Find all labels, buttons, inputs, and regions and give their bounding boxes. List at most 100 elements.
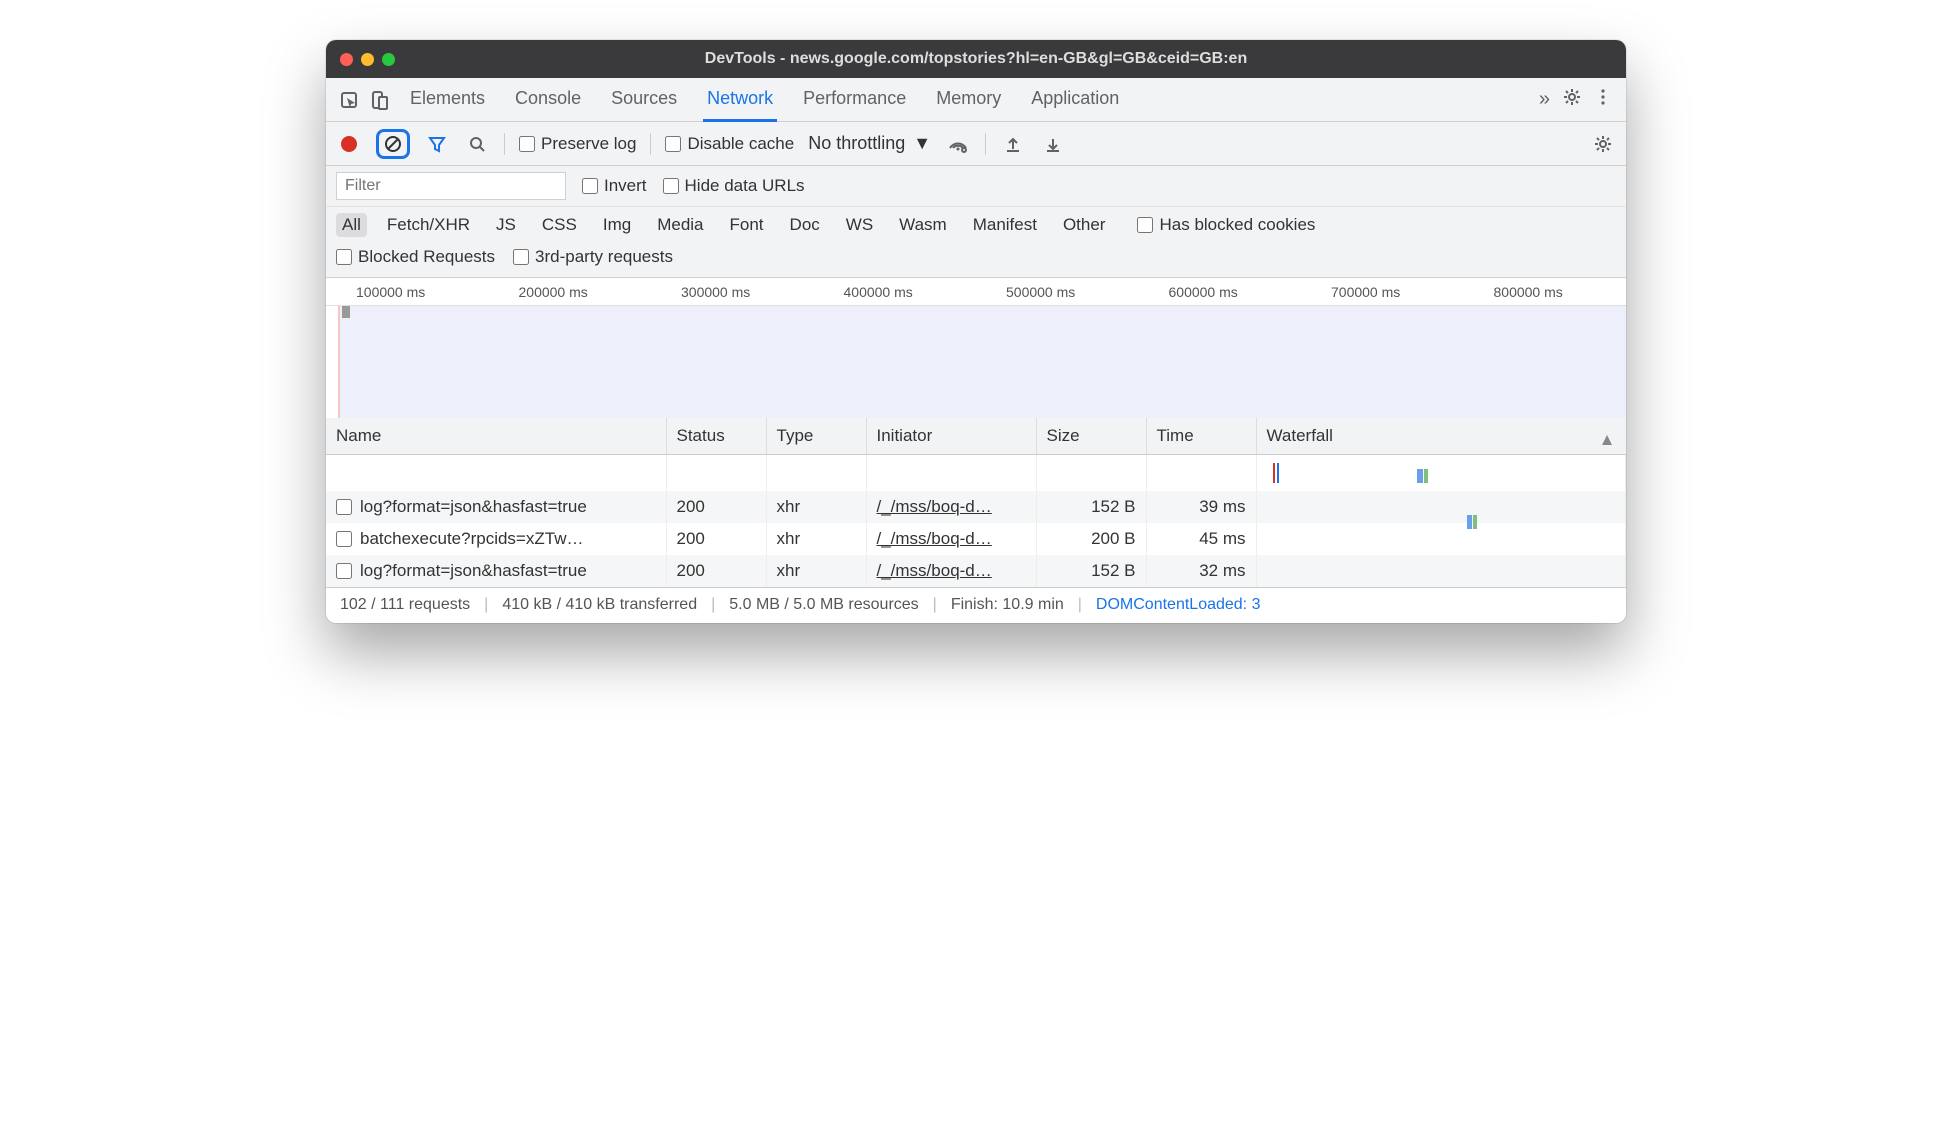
col-name[interactable]: Name xyxy=(326,418,666,455)
tab-sources[interactable]: Sources xyxy=(607,78,681,122)
request-initiator[interactable]: /_/mss/boq-d… xyxy=(877,529,992,548)
row-checkbox[interactable] xyxy=(336,531,352,547)
row-checkbox[interactable] xyxy=(336,499,352,515)
type-filter-js[interactable]: JS xyxy=(490,213,522,237)
has-blocked-cookies-checkbox[interactable]: Has blocked cookies xyxy=(1137,215,1315,235)
type-filter-ws[interactable]: WS xyxy=(840,213,879,237)
device-toggle-icon[interactable] xyxy=(364,90,394,110)
table-row-empty xyxy=(326,455,1626,491)
hide-data-urls-checkbox[interactable]: Hide data URLs xyxy=(663,176,805,196)
devtools-window: DevTools - news.google.com/topstories?hl… xyxy=(326,40,1626,623)
tab-network[interactable]: Network xyxy=(703,78,777,122)
network-conditions-icon[interactable] xyxy=(945,131,971,157)
tick: 600000 ms xyxy=(1139,278,1302,305)
tab-memory[interactable]: Memory xyxy=(932,78,1005,122)
request-initiator[interactable]: /_/mss/boq-d… xyxy=(877,561,992,580)
type-filter-css[interactable]: CSS xyxy=(536,213,583,237)
disable-cache-checkbox[interactable]: Disable cache xyxy=(665,134,794,154)
col-size[interactable]: Size xyxy=(1036,418,1146,455)
search-icon[interactable] xyxy=(464,131,490,157)
type-filter-font[interactable]: Font xyxy=(724,213,770,237)
type-filter-manifest[interactable]: Manifest xyxy=(967,213,1043,237)
settings-icon[interactable] xyxy=(1562,87,1582,112)
traffic-lights xyxy=(340,53,395,66)
tab-console[interactable]: Console xyxy=(511,78,585,122)
titlebar: DevTools - news.google.com/topstories?hl… xyxy=(326,40,1626,78)
clear-button[interactable] xyxy=(376,129,410,159)
tab-elements[interactable]: Elements xyxy=(406,78,489,122)
invert-checkbox[interactable]: Invert xyxy=(582,176,647,196)
request-initiator[interactable]: /_/mss/boq-d… xyxy=(877,497,992,516)
network-toolbar: Preserve log Disable cache No throttling… xyxy=(326,122,1626,166)
extra-filter-row: Blocked Requests 3rd-party requests xyxy=(326,243,1626,278)
col-initiator[interactable]: Initiator xyxy=(866,418,1036,455)
table-row[interactable]: batchexecute?rpcids=xZTw… 200 xhr /_/mss… xyxy=(326,523,1626,555)
disable-cache-label: Disable cache xyxy=(687,134,794,154)
panel-tabs: Elements Console Sources Network Perform… xyxy=(406,78,1539,122)
tick: 400000 ms xyxy=(814,278,977,305)
filter-toggle-icon[interactable] xyxy=(424,131,450,157)
kebab-menu-icon[interactable] xyxy=(1594,87,1612,112)
type-filter-all[interactable]: All xyxy=(336,213,367,237)
col-status[interactable]: Status xyxy=(666,418,766,455)
minimize-window-button[interactable] xyxy=(361,53,374,66)
preserve-log-label: Preserve log xyxy=(541,134,636,154)
import-har-icon[interactable] xyxy=(1000,131,1026,157)
divider xyxy=(650,133,651,155)
status-resources: 5.0 MB / 5.0 MB resources xyxy=(729,596,918,614)
timeline-overview[interactable]: 100000 ms 200000 ms 300000 ms 400000 ms … xyxy=(326,278,1626,418)
third-party-label: 3rd-party requests xyxy=(535,247,673,267)
tab-application[interactable]: Application xyxy=(1027,78,1123,122)
type-filter-img[interactable]: Img xyxy=(597,213,637,237)
type-filter-row: All Fetch/XHR JS CSS Img Media Font Doc … xyxy=(326,207,1626,243)
request-time: 39 ms xyxy=(1146,491,1256,523)
request-size: 200 B xyxy=(1036,523,1146,555)
throttling-select[interactable]: No throttling ▼ xyxy=(808,133,931,154)
more-tabs-button[interactable]: » xyxy=(1539,88,1550,111)
table-row[interactable]: log?format=json&hasfast=true 200 xhr /_/… xyxy=(326,555,1626,587)
throttling-label: No throttling xyxy=(808,133,905,154)
maximize-window-button[interactable] xyxy=(382,53,395,66)
col-time[interactable]: Time xyxy=(1146,418,1256,455)
blocked-requests-checkbox[interactable]: Blocked Requests xyxy=(336,247,495,267)
request-type: xhr xyxy=(766,491,866,523)
network-settings-icon[interactable] xyxy=(1590,131,1616,157)
request-name: batchexecute?rpcids=xZTw… xyxy=(360,529,583,549)
tab-performance[interactable]: Performance xyxy=(799,78,910,122)
hide-data-urls-label: Hide data URLs xyxy=(685,176,805,196)
has-blocked-cookies-label: Has blocked cookies xyxy=(1159,215,1315,235)
type-filter-wasm[interactable]: Wasm xyxy=(893,213,953,237)
inspect-icon[interactable] xyxy=(334,90,364,110)
preserve-log-checkbox[interactable]: Preserve log xyxy=(519,134,636,154)
type-filter-fetchxhr[interactable]: Fetch/XHR xyxy=(381,213,476,237)
filter-input[interactable] xyxy=(336,172,566,200)
request-name: log?format=json&hasfast=true xyxy=(360,497,587,517)
request-status: 200 xyxy=(666,555,766,587)
filter-row: Invert Hide data URLs xyxy=(326,166,1626,207)
status-finish: Finish: 10.9 min xyxy=(951,596,1064,614)
type-filter-doc[interactable]: Doc xyxy=(784,213,826,237)
export-har-icon[interactable] xyxy=(1040,131,1066,157)
divider xyxy=(504,133,505,155)
request-name: log?format=json&hasfast=true xyxy=(360,561,587,581)
timeline-ruler: 100000 ms 200000 ms 300000 ms 400000 ms … xyxy=(326,278,1626,306)
window-title: DevTools - news.google.com/topstories?hl… xyxy=(326,50,1626,68)
status-bar: 102 / 111 requests | 410 kB / 410 kB tra… xyxy=(326,587,1626,623)
tick: 200000 ms xyxy=(489,278,652,305)
table-row[interactable]: log?format=json&hasfast=true 200 xhr /_/… xyxy=(326,491,1626,523)
row-checkbox[interactable] xyxy=(336,563,352,579)
tick: 100000 ms xyxy=(326,278,489,305)
type-filter-media[interactable]: Media xyxy=(651,213,709,237)
col-waterfall[interactable]: Waterfall▲ xyxy=(1256,418,1626,455)
tick: 700000 ms xyxy=(1301,278,1464,305)
close-window-button[interactable] xyxy=(340,53,353,66)
sort-indicator-icon: ▲ xyxy=(1599,430,1616,450)
request-type: xhr xyxy=(766,555,866,587)
divider xyxy=(985,133,986,155)
type-filter-other[interactable]: Other xyxy=(1057,213,1112,237)
status-requests: 102 / 111 requests xyxy=(340,596,470,614)
record-button[interactable] xyxy=(336,131,362,157)
third-party-checkbox[interactable]: 3rd-party requests xyxy=(513,247,673,267)
request-type: xhr xyxy=(766,523,866,555)
col-type[interactable]: Type xyxy=(766,418,866,455)
